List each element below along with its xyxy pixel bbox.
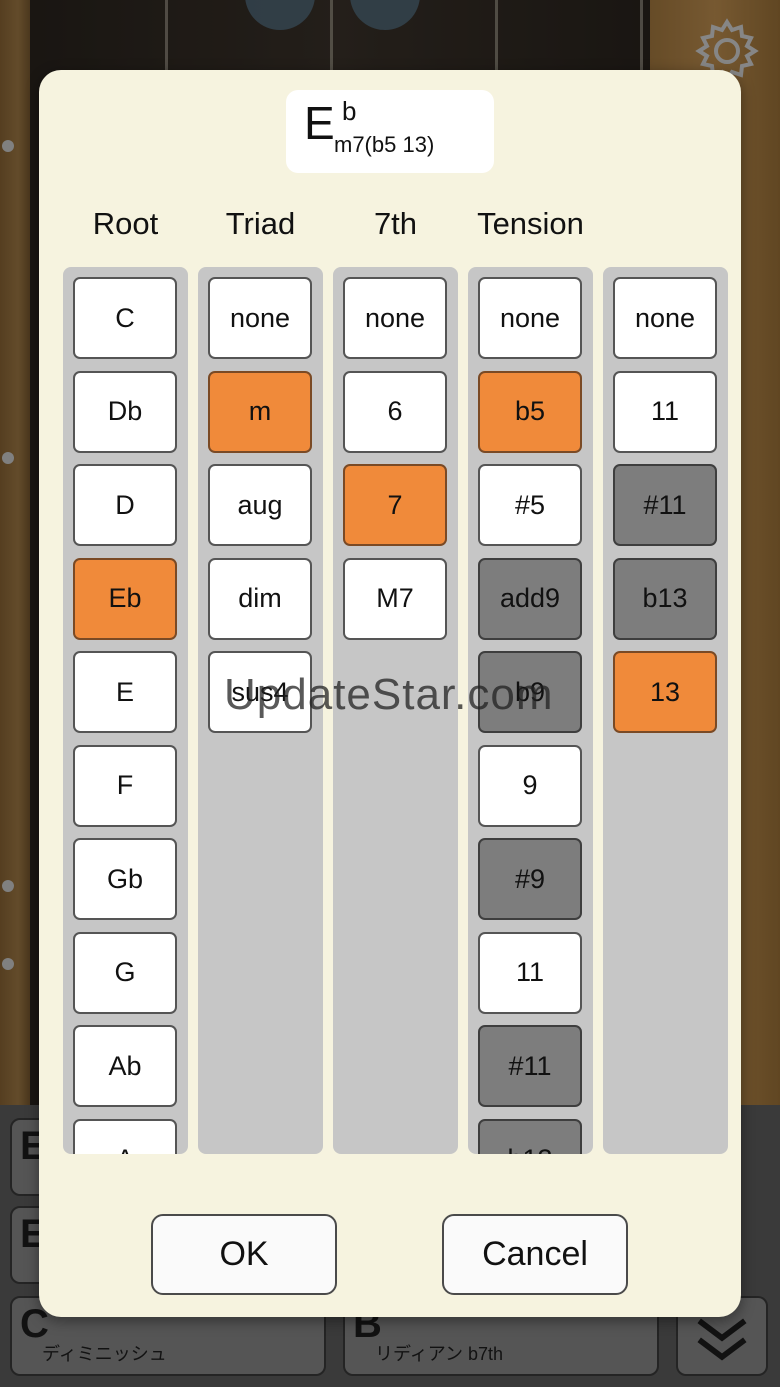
root-option[interactable]: Db — [73, 370, 177, 453]
header-seventh: 7th — [373, 206, 418, 241]
tension1-option[interactable]: #5 — [478, 464, 582, 546]
tension1-option[interactable]: 9 — [478, 744, 582, 827]
cancel-button[interactable]: Cancel — [442, 1214, 628, 1295]
tension1-option: add9 — [478, 557, 582, 640]
tension1-option[interactable]: none — [478, 277, 582, 359]
seventh-option[interactable]: 7 — [343, 464, 447, 546]
tension2-option[interactable]: none — [613, 277, 717, 359]
triad-option[interactable]: dim — [208, 557, 312, 640]
root-option[interactable]: G — [73, 931, 177, 1014]
tension1-option: #9 — [478, 838, 582, 920]
ok-button[interactable]: OK — [151, 1214, 337, 1295]
header-tension: Tension — [477, 206, 584, 241]
tension-column-2[interactable]: none 11 #11 b13 13 — [603, 267, 728, 1154]
header-triad: Triad — [225, 206, 296, 241]
tension2-option[interactable]: 11 — [613, 370, 717, 453]
tension1-option[interactable]: b5 — [478, 370, 582, 453]
root-column[interactable]: C Db D Eb EF Gb G Ab A — [63, 267, 188, 1154]
tension1-option: b13 — [478, 1118, 582, 1154]
root-option[interactable]: E — [73, 651, 177, 733]
chord-quality: m7(b5 13) — [334, 132, 435, 157]
root-option[interactable]: Gb — [73, 838, 177, 920]
root-option[interactable]: A — [73, 1118, 177, 1154]
tension2-option: #11 — [613, 464, 717, 546]
tension1-option: #11 — [478, 1025, 582, 1107]
chord-accidental: b — [342, 96, 357, 126]
root-option[interactable]: C — [73, 277, 177, 359]
triad-option[interactable]: aug — [208, 464, 312, 546]
root-option[interactable]: Ab — [73, 1025, 177, 1107]
tension2-option[interactable]: 13 — [613, 651, 717, 733]
root-option[interactable]: D — [73, 464, 177, 546]
seventh-option[interactable]: none — [343, 277, 447, 359]
root-option[interactable]: F — [73, 744, 177, 827]
header-root: Root — [92, 206, 159, 241]
chord-root: E — [304, 97, 335, 149]
seventh-option[interactable]: M7 — [343, 557, 447, 640]
chord-display: E b m7(b5 13) — [286, 90, 494, 173]
tension2-option: b13 — [613, 557, 717, 640]
tension1-option[interactable]: 11 — [478, 931, 582, 1014]
triad-option[interactable]: m — [208, 370, 312, 453]
seventh-option[interactable]: 6 — [343, 370, 447, 453]
watermark-text: UpdateStar.com — [224, 670, 554, 719]
root-option[interactable]: Eb — [73, 557, 177, 640]
triad-option[interactable]: none — [208, 277, 312, 359]
